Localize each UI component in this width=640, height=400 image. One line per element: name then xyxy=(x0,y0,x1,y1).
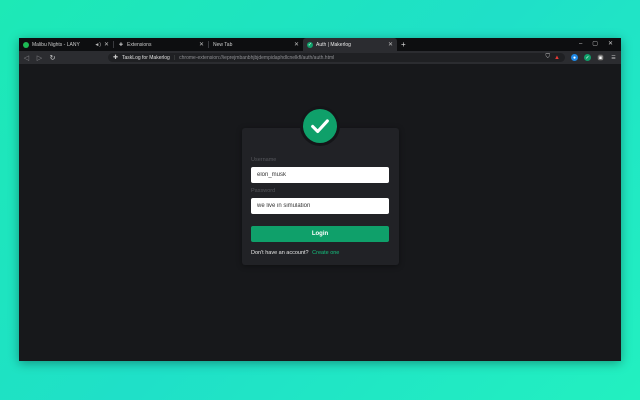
audio-icon[interactable]: ◄) xyxy=(94,42,101,48)
new-tab-button[interactable]: + xyxy=(397,38,410,51)
separator: | xyxy=(173,54,176,61)
browser-toolbar: ◁ ▷ ↻ ✚ TaskLog for Makerlog | chrome-ex… xyxy=(19,51,621,64)
tab-title: Extensions xyxy=(127,41,152,48)
puzzle-icon: ✚ xyxy=(118,41,124,48)
extension-icon[interactable]: ● xyxy=(571,54,578,61)
login-button[interactable]: Login xyxy=(251,226,389,242)
maximize-button[interactable]: ▢ xyxy=(592,38,598,51)
back-icon[interactable]: ◁ xyxy=(23,54,30,62)
extension-icon-2[interactable]: ▣ xyxy=(597,54,604,61)
window-controls: – ▢ ✕ xyxy=(579,38,621,51)
tab-auth-makerlog[interactable]: ✓ Auth | Makerlog ✕ xyxy=(303,38,397,51)
tab-spotify[interactable]: Malibu Nights - LANY ◄) ✕ xyxy=(19,38,113,51)
menu-icon[interactable]: ☰ xyxy=(610,54,617,61)
tab-strip: Malibu Nights - LANY ◄) ✕ ✚ Extensions ✕… xyxy=(19,38,621,51)
tab-extensions[interactable]: ✚ Extensions ✕ xyxy=(114,38,208,51)
password-label: Password xyxy=(251,188,276,194)
tab-title: Auth | Makerlog xyxy=(316,41,351,48)
tab-title: New Tab xyxy=(213,41,233,48)
tab-close-icon[interactable]: ✕ xyxy=(294,41,299,48)
shield-icon[interactable]: ⛉ xyxy=(546,54,551,61)
tab-title: Malibu Nights - LANY xyxy=(32,41,80,48)
url-text: chrome-extension://ieprejmbanbhjbjdempid… xyxy=(179,54,335,61)
close-window-button[interactable]: ✕ xyxy=(608,38,613,51)
minimize-button[interactable]: – xyxy=(579,38,582,51)
tab-close-icon[interactable]: ✕ xyxy=(104,41,109,48)
create-account-link[interactable]: Create one xyxy=(312,250,339,256)
tab-close-icon[interactable]: ✕ xyxy=(388,41,393,48)
logo-badge xyxy=(300,106,340,146)
signup-prompt: Don't have an account? Create one xyxy=(251,250,339,256)
username-label: Username xyxy=(251,157,277,163)
login-card xyxy=(242,128,399,265)
browser-window: Malibu Nights - LANY ◄) ✕ ✚ Extensions ✕… xyxy=(19,38,621,361)
makerlog-icon: ✓ xyxy=(307,41,313,48)
tab-new-tab[interactable]: New Tab ✕ xyxy=(209,38,303,51)
tab-close-icon[interactable]: ✕ xyxy=(199,41,204,48)
site-name: TaskLog for Makerlog xyxy=(122,54,170,61)
forward-icon[interactable]: ▷ xyxy=(36,54,43,62)
check-icon xyxy=(303,109,337,143)
no-account-text: Don't have an account? xyxy=(251,250,309,256)
reload-icon[interactable]: ↻ xyxy=(49,54,56,62)
password-input[interactable] xyxy=(251,198,389,214)
address-bar[interactable]: ✚ TaskLog for Makerlog | chrome-extensio… xyxy=(108,53,565,62)
page-content: Username Password Login Don't have an ac… xyxy=(19,64,621,361)
spotify-icon xyxy=(23,41,29,48)
makerlog-extension-icon[interactable]: ✓ xyxy=(584,54,591,61)
username-input[interactable] xyxy=(251,167,389,183)
extension-puzzle-icon: ✚ xyxy=(113,55,119,61)
warning-icon[interactable]: ▲ xyxy=(554,55,560,61)
